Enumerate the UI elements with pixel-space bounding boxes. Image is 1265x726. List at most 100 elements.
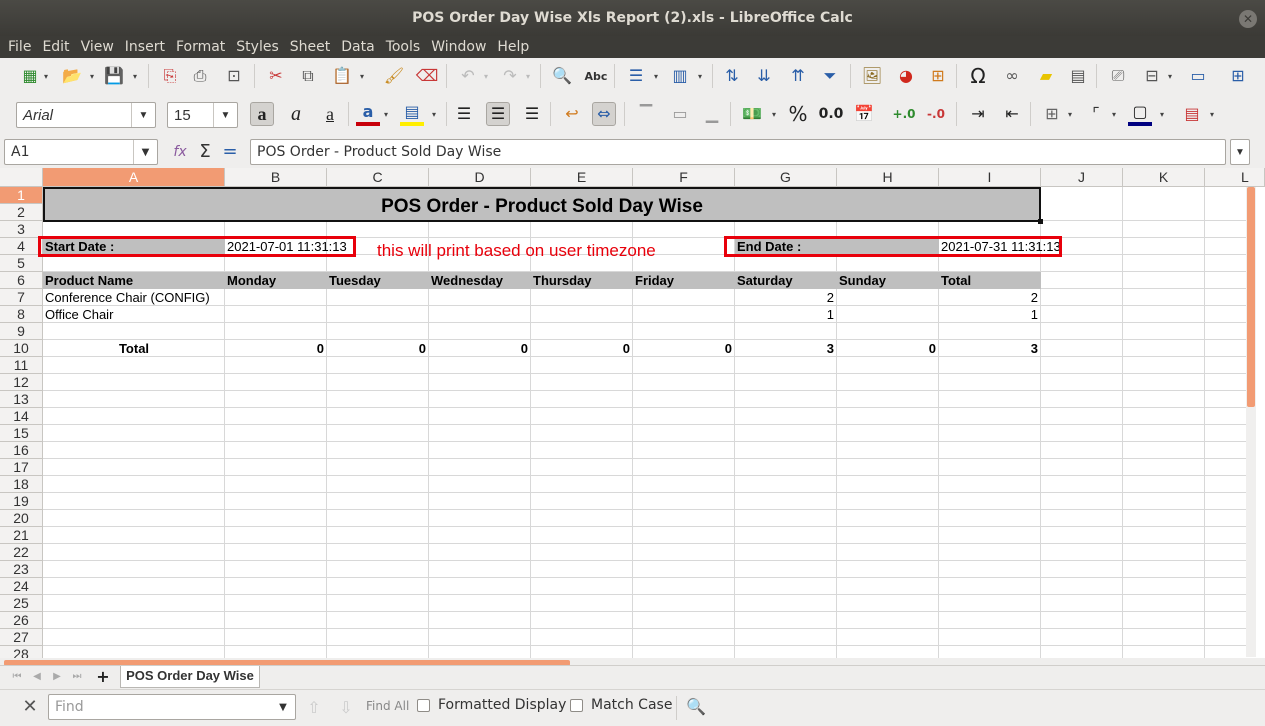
- align-right-icon[interactable]: ☰: [520, 102, 544, 126]
- align-bottom-icon[interactable]: ▁: [700, 102, 724, 126]
- column-header-f[interactable]: F: [633, 168, 735, 187]
- borders-icon[interactable]: ⊞: [1040, 102, 1064, 126]
- print-icon[interactable]: ⎙: [188, 64, 212, 88]
- expand-formula-button[interactable]: ▼: [1230, 139, 1250, 165]
- new-dropdown-icon[interactable]: ▾: [42, 64, 50, 88]
- column-header-l[interactable]: L: [1205, 168, 1265, 187]
- row-header[interactable]: 19: [0, 493, 43, 510]
- report-title-cell[interactable]: POS Order - Product Sold Day Wise: [43, 187, 1041, 222]
- copy-icon[interactable]: ⧉: [296, 64, 320, 88]
- center-vertically-icon[interactable]: ▭: [668, 102, 692, 126]
- column-header-g[interactable]: G: [735, 168, 837, 187]
- total-sunday-cell[interactable]: 0: [837, 340, 938, 357]
- menu-data[interactable]: Data: [341, 39, 374, 55]
- add-decimal-icon[interactable]: +.0: [892, 102, 916, 126]
- row-header[interactable]: 27: [0, 629, 43, 646]
- row-dropdown-icon[interactable]: ▾: [652, 64, 660, 88]
- menu-styles[interactable]: Styles: [236, 39, 278, 55]
- row-header[interactable]: 21: [0, 527, 43, 544]
- find-next-icon[interactable]: ⇩: [334, 696, 358, 720]
- cut-icon[interactable]: ✂: [264, 64, 288, 88]
- open-folder-icon[interactable]: 📂: [60, 64, 84, 88]
- redo-dropdown-icon[interactable]: ▾: [524, 64, 532, 88]
- align-left-icon[interactable]: ☰: [452, 102, 476, 126]
- save-dropdown-icon[interactable]: ▾: [131, 64, 139, 88]
- underline-icon[interactable]: a: [318, 102, 342, 126]
- product-name-cell[interactable]: Conference Chair (CONFIG): [43, 289, 225, 306]
- border-style-icon[interactable]: ⌜: [1084, 102, 1108, 126]
- menu-edit[interactable]: Edit: [42, 39, 69, 55]
- header-thursday[interactable]: Thursday: [531, 272, 633, 289]
- currency-dropdown-icon[interactable]: ▾: [770, 102, 778, 126]
- menu-help[interactable]: Help: [497, 39, 529, 55]
- font-color-icon[interactable]: a: [356, 102, 380, 126]
- saturday-value-cell[interactable]: 1: [735, 306, 836, 323]
- row-header[interactable]: 22: [0, 544, 43, 561]
- border-color-icon[interactable]: ▢: [1128, 102, 1152, 126]
- highlight-color-icon[interactable]: ▤: [400, 102, 424, 126]
- row-header[interactable]: 13: [0, 391, 43, 408]
- function-wizard-icon[interactable]: fx: [168, 140, 192, 164]
- print-preview-icon[interactable]: ⊡: [222, 64, 246, 88]
- close-find-bar-icon[interactable]: ✕: [18, 695, 42, 719]
- sort-ascending-icon[interactable]: ⇊: [752, 64, 776, 88]
- border-style-dropdown-icon[interactable]: ▾: [1110, 102, 1118, 126]
- paste-icon[interactable]: 📋: [330, 64, 354, 88]
- increase-indent-icon[interactable]: ⇥: [966, 102, 990, 126]
- split-window-icon[interactable]: ▭: [1186, 64, 1210, 88]
- menu-insert[interactable]: Insert: [125, 39, 165, 55]
- total-value-cell[interactable]: 2: [939, 289, 1040, 306]
- border-color-dropdown-icon[interactable]: ▾: [1158, 102, 1166, 126]
- align-top-icon[interactable]: ▔: [634, 102, 658, 126]
- first-sheet-icon[interactable]: ⏮: [10, 669, 24, 685]
- formatted-display-checkbox[interactable]: [417, 699, 430, 712]
- wrap-text-icon[interactable]: ↩: [560, 102, 584, 126]
- undo-dropdown-icon[interactable]: ▾: [482, 64, 490, 88]
- column-icon[interactable]: ▥: [668, 64, 692, 88]
- undo-icon[interactable]: ↶: [456, 64, 480, 88]
- decrease-indent-icon[interactable]: ⇤: [1000, 102, 1024, 126]
- column-dropdown-icon[interactable]: ▾: [696, 64, 704, 88]
- menu-view[interactable]: View: [81, 39, 114, 55]
- date-format-icon[interactable]: 📅: [852, 102, 876, 126]
- formula-input[interactable]: POS Order - Product Sold Day Wise: [250, 139, 1226, 165]
- highlight-dropdown-icon[interactable]: ▾: [430, 102, 438, 126]
- row-header[interactable]: 28: [0, 646, 43, 658]
- find-replace-icon[interactable]: 🔍: [550, 64, 574, 88]
- redo-icon[interactable]: ↷: [498, 64, 522, 88]
- row-header[interactable]: 16: [0, 442, 43, 459]
- row-header[interactable]: 7: [0, 289, 43, 306]
- font-name-combo[interactable]: Arial ▼: [16, 102, 156, 128]
- row-header[interactable]: 12: [0, 374, 43, 391]
- menu-window[interactable]: Window: [431, 39, 486, 55]
- row-header[interactable]: 1: [0, 187, 43, 204]
- sum-icon[interactable]: Σ: [193, 140, 217, 164]
- row-header[interactable]: 24: [0, 578, 43, 595]
- align-center-icon[interactable]: ☰: [486, 102, 510, 126]
- merge-center-icon[interactable]: ⇔: [592, 102, 616, 126]
- column-header-b[interactable]: B: [225, 168, 327, 187]
- total-wednesday-cell[interactable]: 0: [429, 340, 530, 357]
- delete-decimal-icon[interactable]: -.0: [924, 102, 948, 126]
- column-header-i[interactable]: I: [939, 168, 1041, 187]
- pivot-table-icon[interactable]: ⊞: [926, 64, 950, 88]
- menu-tools[interactable]: Tools: [386, 39, 421, 55]
- column-header-e[interactable]: E: [531, 168, 633, 187]
- spelling-icon[interactable]: Abc: [584, 64, 608, 88]
- sort-descending-icon[interactable]: ⇈: [786, 64, 810, 88]
- column-header-k[interactable]: K: [1123, 168, 1205, 187]
- match-case-checkbox[interactable]: [570, 699, 583, 712]
- row-header[interactable]: 20: [0, 510, 43, 527]
- select-all-corner[interactable]: [0, 168, 43, 187]
- chevron-down-icon[interactable]: ▼: [131, 103, 155, 127]
- comment-icon[interactable]: ▰: [1034, 64, 1058, 88]
- header-product-name[interactable]: Product Name: [43, 272, 225, 289]
- row-header[interactable]: 11: [0, 357, 43, 374]
- header-wednesday[interactable]: Wednesday: [429, 272, 531, 289]
- menu-format[interactable]: Format: [176, 39, 225, 55]
- header-tuesday[interactable]: Tuesday: [327, 272, 429, 289]
- find-previous-icon[interactable]: ⇧: [302, 696, 326, 720]
- header-friday[interactable]: Friday: [633, 272, 735, 289]
- conditional-format-icon[interactable]: ▤: [1180, 102, 1204, 126]
- row-header[interactable]: 17: [0, 459, 43, 476]
